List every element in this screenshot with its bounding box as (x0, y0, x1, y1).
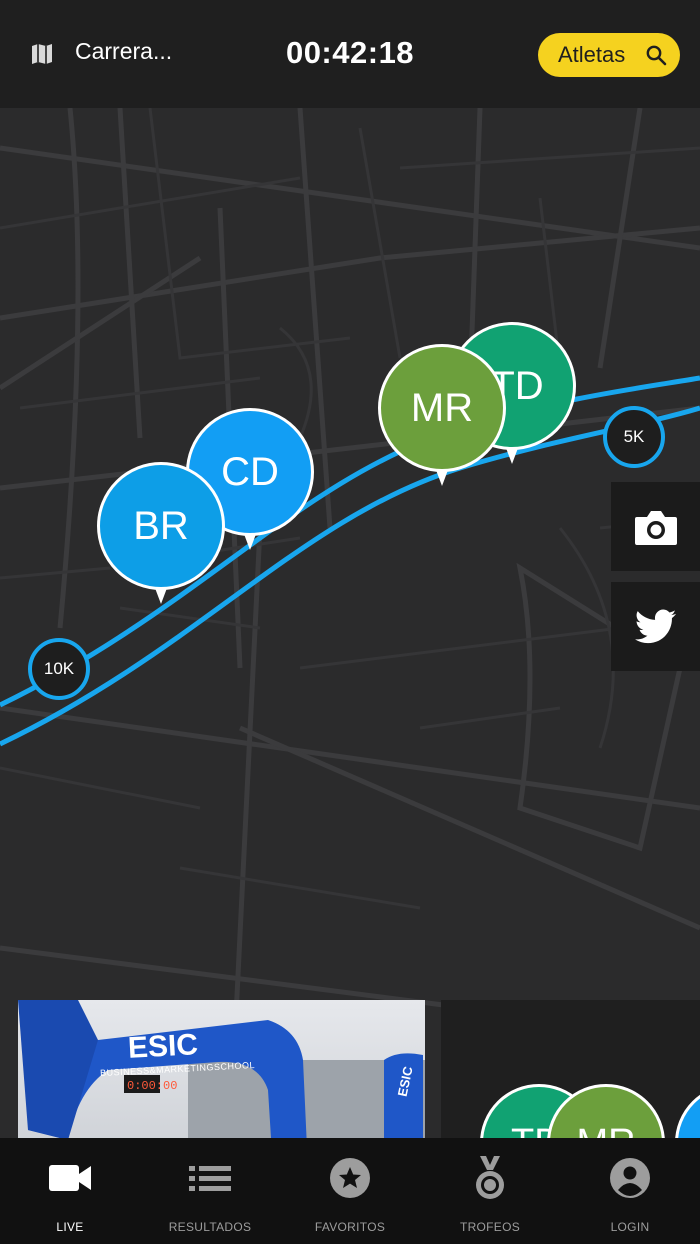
nav-label-resultados: RESULTADOS (168, 1220, 252, 1234)
nav-login[interactable]: LOGIN (560, 1138, 700, 1244)
km-marker-10k[interactable]: 10K (28, 638, 90, 700)
bottom-navigation: LIVE RESULTADOS FAVORITOS TROFEOS LOGIN (0, 1138, 700, 1244)
nav-label-trofeos: TROFEOS (459, 1220, 521, 1234)
nav-label-login: LOGIN (610, 1220, 650, 1234)
photo-button[interactable] (611, 482, 700, 571)
map-icon[interactable] (30, 42, 54, 66)
athletes-button-label: Atletas (558, 42, 626, 67)
athletes-search-button[interactable]: Atletas (538, 33, 680, 77)
nav-favoritos[interactable]: FAVORITOS (280, 1138, 420, 1244)
race-route (0, 375, 700, 747)
star-icon (328, 1158, 372, 1198)
twitter-icon (634, 609, 676, 643)
runner-marker-br[interactable]: BR (97, 462, 225, 604)
twitter-button[interactable] (611, 582, 700, 671)
nav-resultados[interactable]: RESULTADOS (140, 1138, 280, 1244)
list-icon (188, 1158, 232, 1198)
start-clock-text: 0:00:00 (127, 1079, 178, 1093)
search-icon (646, 45, 667, 66)
race-name[interactable]: Carrera... (75, 38, 172, 65)
nav-label-live: LIVE (56, 1220, 84, 1234)
race-timer: 00:42:18 (285, 35, 415, 70)
nav-label-favoritos: FAVORITOS (314, 1220, 386, 1234)
arch-brand-text: ESIC (127, 1028, 199, 1065)
nav-trofeos[interactable]: TROFEOS (420, 1138, 560, 1244)
camera-icon (634, 510, 677, 545)
top-bar: Carrera... 00:42:18 Atletas (0, 0, 700, 108)
nav-live[interactable]: LIVE (0, 1138, 140, 1244)
street-grid (0, 108, 700, 1138)
video-camera-icon (48, 1158, 92, 1198)
race-map[interactable]: 5K 10K TD MR CD BR ESIC BUSINESS&MARKETI… (0, 108, 700, 1229)
medal-icon (468, 1156, 512, 1199)
runner-marker-mr[interactable]: MR (378, 344, 506, 486)
km-marker-5k[interactable]: 5K (603, 406, 665, 468)
account-icon (608, 1158, 652, 1198)
